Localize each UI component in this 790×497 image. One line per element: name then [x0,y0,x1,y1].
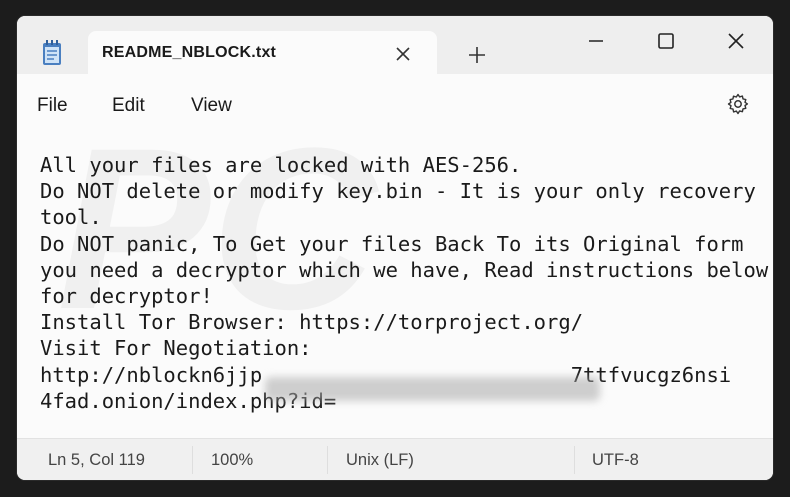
text-line: you need a decryptor which we have, Read… [40,257,769,282]
close-tab-icon[interactable] [393,44,413,64]
close-window-icon[interactable] [713,26,759,56]
text-line: All your files are locked with AES-256. [40,153,522,177]
zoom-level[interactable]: 100% [211,451,253,470]
text-line: Install Tor Browser: https://torproject.… [40,310,584,335]
maximize-icon[interactable] [643,26,689,56]
status-divider [574,446,575,474]
gear-icon[interactable] [726,92,750,116]
line-ending[interactable]: Unix (LF) [346,451,414,470]
notepad-window: README_NBLOCK.txt File Edit View All you… [17,16,773,480]
menu-file[interactable]: File [37,95,68,117]
menu-view[interactable]: View [191,95,232,117]
encoding[interactable]: UTF-8 [592,451,639,470]
text-line: Visit For Negotiation: [40,336,312,361]
text-line: Do NOT delete or modify key.bin - It is … [40,179,756,204]
text-line: tool. [40,205,102,230]
tab-readme[interactable]: README_NBLOCK.txt [88,31,437,77]
notepad-app-icon [43,40,61,65]
status-divider [192,446,193,474]
new-tab-icon[interactable] [466,44,488,66]
note-text[interactable]: All your files are locked with AES-256. … [40,152,768,414]
status-divider [327,446,328,474]
text-line: Do NOT panic, To Get your files Back To … [40,231,744,256]
tab-title: README_NBLOCK.txt [102,44,277,61]
redacted-blur [265,377,600,401]
text-line: for decryptor! [40,284,213,309]
title-bar: README_NBLOCK.txt [17,16,773,77]
cursor-position[interactable]: Ln 5, Col 119 [48,451,145,470]
menu-bar: File Edit View [17,74,773,136]
minimize-icon[interactable] [573,26,619,56]
status-bar: Ln 5, Col 119 100% Unix (LF) UTF-8 [17,438,773,480]
menu-edit[interactable]: Edit [112,95,145,117]
text-editor[interactable]: PC All your files are locked with AES-25… [17,136,773,438]
